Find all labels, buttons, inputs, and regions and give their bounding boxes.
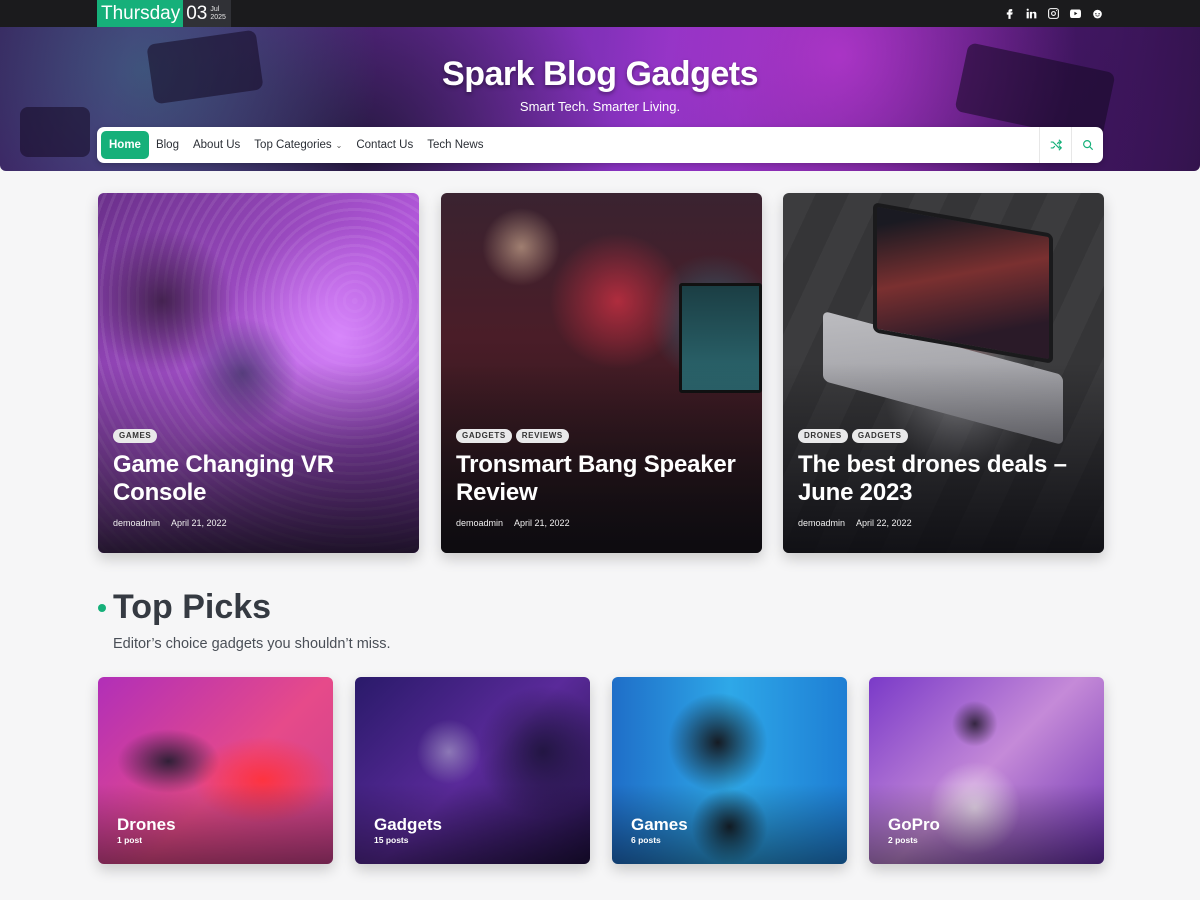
- post-date: April 21, 2022: [171, 518, 227, 528]
- post-author[interactable]: demoadmin: [798, 518, 845, 528]
- nav-tools: [1039, 127, 1103, 163]
- reddit-icon[interactable]: [1090, 6, 1104, 20]
- date-year: 2025: [210, 13, 226, 21]
- category-name: Gadgets: [374, 815, 443, 834]
- nav-blog[interactable]: Blog: [149, 131, 186, 159]
- nav-home[interactable]: Home: [101, 131, 149, 159]
- nav-about-us[interactable]: About Us: [186, 131, 247, 159]
- date-number-box: 03 Jul 2025: [183, 0, 231, 27]
- linkedin-icon[interactable]: [1024, 6, 1038, 20]
- post-title[interactable]: Tronsmart Bang Speaker Review: [456, 451, 746, 507]
- category-name: Games: [631, 815, 688, 834]
- date-month: Jul: [210, 5, 220, 13]
- post-title[interactable]: Game Changing VR Console: [113, 451, 403, 507]
- post-author[interactable]: demoadmin: [113, 518, 160, 528]
- post-meta: demoadmin April 22, 2022: [798, 518, 912, 528]
- section-bullet: [98, 604, 106, 612]
- category-card-gopro[interactable]: GoPro 2 posts: [869, 677, 1104, 864]
- instagram-icon[interactable]: [1046, 6, 1060, 20]
- social-links: [1002, 6, 1104, 20]
- main-navigation: Home Blog About Us Top Categories ⌄ Conta…: [97, 127, 1103, 163]
- category-name: Drones: [117, 815, 176, 834]
- featured-post-card[interactable]: DRONES GADGETS The best drones deals – J…: [783, 193, 1104, 553]
- post-meta: demoadmin April 21, 2022: [456, 518, 570, 528]
- shuffle-icon[interactable]: [1039, 127, 1071, 163]
- date-widget: Thursday 03 Jul 2025: [97, 0, 231, 27]
- featured-post-card[interactable]: GADGETS REVIEWS Tronsmart Bang Speaker R…: [441, 193, 762, 553]
- post-tag[interactable]: GADGETS: [456, 429, 512, 443]
- post-tags: GADGETS REVIEWS: [456, 429, 569, 443]
- banner-decor: [20, 107, 90, 157]
- date-day: Thursday: [97, 0, 184, 27]
- nav-contact-us[interactable]: Contact Us: [349, 131, 420, 159]
- category-card-gadgets[interactable]: Gadgets 15 posts: [355, 677, 590, 864]
- category-card-games[interactable]: Games 6 posts: [612, 677, 847, 864]
- post-tag[interactable]: REVIEWS: [515, 429, 569, 443]
- category-card-drones[interactable]: Drones 1 post: [98, 677, 333, 864]
- post-meta: demoadmin April 21, 2022: [113, 518, 227, 528]
- date-number: 03: [186, 2, 208, 24]
- category-name: GoPro: [888, 815, 940, 834]
- category-post-count: 15 posts: [374, 835, 409, 845]
- post-date: April 22, 2022: [856, 518, 912, 528]
- nav-top-categories-label: Top Categories: [254, 139, 332, 151]
- post-tag[interactable]: GADGETS: [851, 429, 908, 443]
- top-bar: Thursday 03 Jul 2025: [0, 0, 1200, 27]
- nav-top-categories[interactable]: Top Categories ⌄: [247, 131, 349, 159]
- search-icon[interactable]: [1071, 127, 1103, 163]
- category-post-count: 1 post: [117, 835, 143, 845]
- post-date: April 21, 2022: [514, 518, 570, 528]
- section-title: Top Picks: [113, 588, 272, 626]
- site-tagline: Smart Tech. Smarter Living.: [519, 99, 681, 114]
- post-author[interactable]: demoadmin: [456, 518, 503, 528]
- post-tag[interactable]: GAMES: [113, 429, 158, 443]
- chevron-down-icon: ⌄: [335, 141, 343, 150]
- date-month-year: Jul 2025: [210, 6, 226, 22]
- youtube-icon[interactable]: [1068, 6, 1082, 20]
- featured-post-card[interactable]: GAMES Game Changing VR Console demoadmin…: [98, 193, 419, 553]
- facebook-icon[interactable]: [1002, 6, 1016, 20]
- section-subtitle: Editor’s choice gadgets you shouldn’t mi…: [113, 636, 391, 652]
- site-title[interactable]: Spark Blog Gadgets: [0, 55, 1200, 94]
- post-title[interactable]: The best drones deals – June 2023: [798, 451, 1088, 507]
- post-tags: GAMES: [113, 429, 158, 443]
- nav-tech-news[interactable]: Tech News: [420, 131, 490, 159]
- category-post-count: 2 posts: [888, 835, 918, 845]
- post-tags: DRONES GADGETS: [798, 429, 908, 443]
- post-tag[interactable]: DRONES: [798, 429, 848, 443]
- category-post-count: 6 posts: [631, 835, 661, 845]
